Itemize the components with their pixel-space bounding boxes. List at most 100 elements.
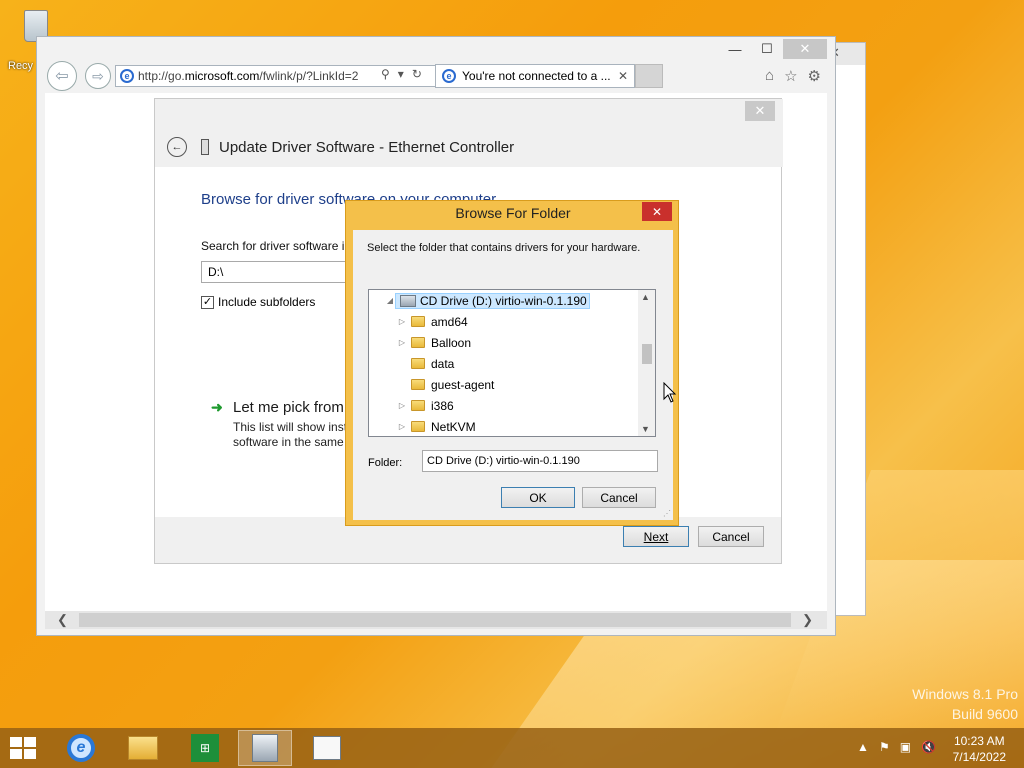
- taskbar-document[interactable]: [300, 730, 354, 766]
- dialog-cancel-button[interactable]: Cancel: [582, 487, 656, 508]
- checkbox-checked-icon[interactable]: ✓: [201, 295, 214, 309]
- taskbar-internet-explorer[interactable]: e: [54, 730, 108, 766]
- scrollbar-thumb[interactable]: [79, 613, 791, 627]
- collapsed-triangle-icon[interactable]: ▷: [397, 401, 407, 410]
- taskbar-file-explorer[interactable]: [116, 730, 170, 766]
- windows-watermark: Windows 8.1 Pro Build 9600: [912, 684, 1018, 724]
- include-subfolders-checkbox[interactable]: ✓ Include subfolders: [201, 295, 315, 309]
- resize-grip-icon[interactable]: ⋰: [663, 509, 671, 518]
- device-manager-icon: [252, 734, 278, 762]
- tree-item-netkvm[interactable]: ▷ NetKVM: [397, 416, 476, 436]
- address-prefix: http://go.: [138, 69, 185, 83]
- tree-item-label: Balloon: [431, 335, 472, 350]
- cancel-button[interactable]: Cancel: [698, 526, 764, 547]
- driver-path-input[interactable]: D:\: [201, 261, 361, 283]
- wizard-title: Update Driver Software - Ethernet Contro…: [219, 139, 515, 156]
- tree-item-label: data: [431, 356, 455, 371]
- browse-for-folder-dialog[interactable]: Browse For Folder ✕ Select the folder th…: [345, 200, 679, 526]
- tree-vertical-scrollbar[interactable]: ▲ ▼: [638, 290, 655, 436]
- forward-button[interactable]: ⇨: [85, 63, 111, 89]
- tree-item-cd-drive[interactable]: ◢ CD Drive (D:) virtio-win-0.1.190: [385, 290, 590, 311]
- horizontal-scrollbar[interactable]: ❮ ❯: [45, 611, 827, 629]
- next-button-label: Next: [643, 529, 669, 544]
- folder-icon: [411, 379, 425, 390]
- include-subfolders-label: Include subfolders: [218, 295, 316, 309]
- clock[interactable]: 10:23 AM 7/14/2022: [953, 733, 1006, 765]
- scroll-down-icon[interactable]: ▼: [641, 424, 650, 434]
- clock-date: 7/14/2022: [952, 750, 1006, 764]
- flag-icon[interactable]: ⚑: [879, 740, 890, 754]
- ok-button[interactable]: OK: [501, 487, 575, 508]
- wizard-back-button[interactable]: ←: [167, 137, 187, 157]
- address-tools: ⚲ ▾ ↻: [381, 67, 422, 81]
- collapsed-triangle-icon[interactable]: ▷: [397, 422, 407, 431]
- wizard-close-button[interactable]: ✕: [745, 101, 775, 121]
- browser-toolbar-icons: ⌂ ☆ ⚙: [765, 67, 821, 85]
- gear-icon[interactable]: ⚙: [808, 67, 821, 85]
- window-controls: — ☐ ✕: [719, 39, 827, 59]
- tab-close-icon[interactable]: ✕: [618, 69, 628, 83]
- ie-tab-icon: e: [442, 69, 456, 83]
- dialog-close-button[interactable]: ✕: [642, 202, 672, 221]
- tree-item-guest-agent[interactable]: guest-agent: [397, 374, 494, 395]
- tree-item-i386[interactable]: ▷ i386: [397, 395, 454, 416]
- minimize-button[interactable]: —: [719, 39, 751, 59]
- maximize-button[interactable]: ☐: [751, 39, 783, 59]
- collapsed-triangle-icon[interactable]: ▷: [397, 338, 407, 347]
- close-button[interactable]: ✕: [783, 39, 827, 59]
- folder-icon: [411, 400, 425, 411]
- taskbar-store[interactable]: ⊞: [178, 730, 232, 766]
- dialog-instruction: Select the folder that contains drivers …: [367, 242, 641, 254]
- tab-title: You're not connected to a ...: [462, 69, 611, 83]
- chevron-right-icon[interactable]: ❯: [802, 612, 813, 628]
- folder-label: Folder:: [368, 457, 403, 469]
- store-icon: ⊞: [191, 734, 219, 762]
- wizard-header: ← Update Driver Software - Ethernet Cont…: [155, 99, 783, 167]
- dialog-body: Select the folder that contains drivers …: [353, 230, 673, 520]
- tree-item-label: guest-agent: [431, 377, 495, 392]
- dialog-title: Browse For Folder: [455, 205, 571, 221]
- recycle-bin-label[interactable]: Recy: [8, 60, 33, 72]
- favorites-star-icon[interactable]: ☆: [784, 67, 797, 85]
- address-domain: microsoft.com: [184, 69, 260, 83]
- pick-from-list-link[interactable]: Let me pick from: [233, 399, 344, 416]
- new-tab-button[interactable]: [635, 64, 663, 88]
- tree-item-selection: CD Drive (D:) virtio-win-0.1.190: [395, 292, 590, 309]
- start-button[interactable]: [10, 737, 38, 761]
- chevron-down-icon[interactable]: ▾: [398, 67, 404, 81]
- chevron-left-icon[interactable]: ❮: [57, 612, 68, 628]
- refresh-icon[interactable]: ↻: [412, 67, 422, 81]
- back-button[interactable]: ⇦: [47, 61, 77, 91]
- network-icon[interactable]: ▣: [900, 740, 911, 754]
- expanded-triangle-icon[interactable]: ◢: [385, 296, 395, 305]
- system-tray: ▲ ⚑ ▣ 🔇: [857, 740, 936, 754]
- folder-icon: [411, 316, 425, 327]
- collapsed-triangle-icon[interactable]: ▷: [397, 317, 407, 326]
- windows-logo-icon: [10, 737, 22, 747]
- next-button[interactable]: Next: [623, 526, 689, 547]
- file-explorer-icon: [128, 736, 158, 760]
- tree-item-balloon[interactable]: ▷ Balloon: [397, 332, 471, 353]
- folder-input[interactable]: CD Drive (D:) virtio-win-0.1.190: [422, 450, 658, 472]
- address-suffix: /fwlink/p/?LinkId=2: [259, 69, 359, 83]
- folder-icon: [411, 358, 425, 369]
- search-icon[interactable]: ⚲: [381, 67, 390, 81]
- drive-icon: [400, 294, 416, 307]
- taskbar: e ⊞ ▲ ⚑ ▣ 🔇 10:23 AM 7/14/2022: [0, 728, 1024, 768]
- folder-tree[interactable]: ◢ CD Drive (D:) virtio-win-0.1.190 ▷ amd…: [368, 289, 656, 437]
- arrow-left-icon: ←: [171, 141, 183, 153]
- scrollbar-thumb[interactable]: [642, 344, 652, 364]
- watermark-edition: Windows 8.1 Pro: [912, 686, 1018, 702]
- browser-tab[interactable]: e You're not connected to a ... ✕: [435, 64, 635, 88]
- tree-item-amd64[interactable]: ▷ amd64: [397, 311, 468, 332]
- tree-item-label: NetKVM: [431, 419, 476, 434]
- speaker-muted-icon[interactable]: 🔇: [921, 740, 936, 754]
- pick-from-list-description: This list will show inst software in the…: [233, 420, 348, 449]
- scroll-up-icon[interactable]: ▲: [641, 292, 650, 302]
- taskbar-device-manager[interactable]: [238, 730, 292, 766]
- tree-item-data[interactable]: data: [397, 353, 454, 374]
- home-icon[interactable]: ⌂: [765, 67, 774, 85]
- show-hidden-icons-icon[interactable]: ▲: [857, 740, 869, 754]
- internet-explorer-icon: e: [67, 734, 95, 762]
- ie-page-icon: e: [120, 69, 134, 83]
